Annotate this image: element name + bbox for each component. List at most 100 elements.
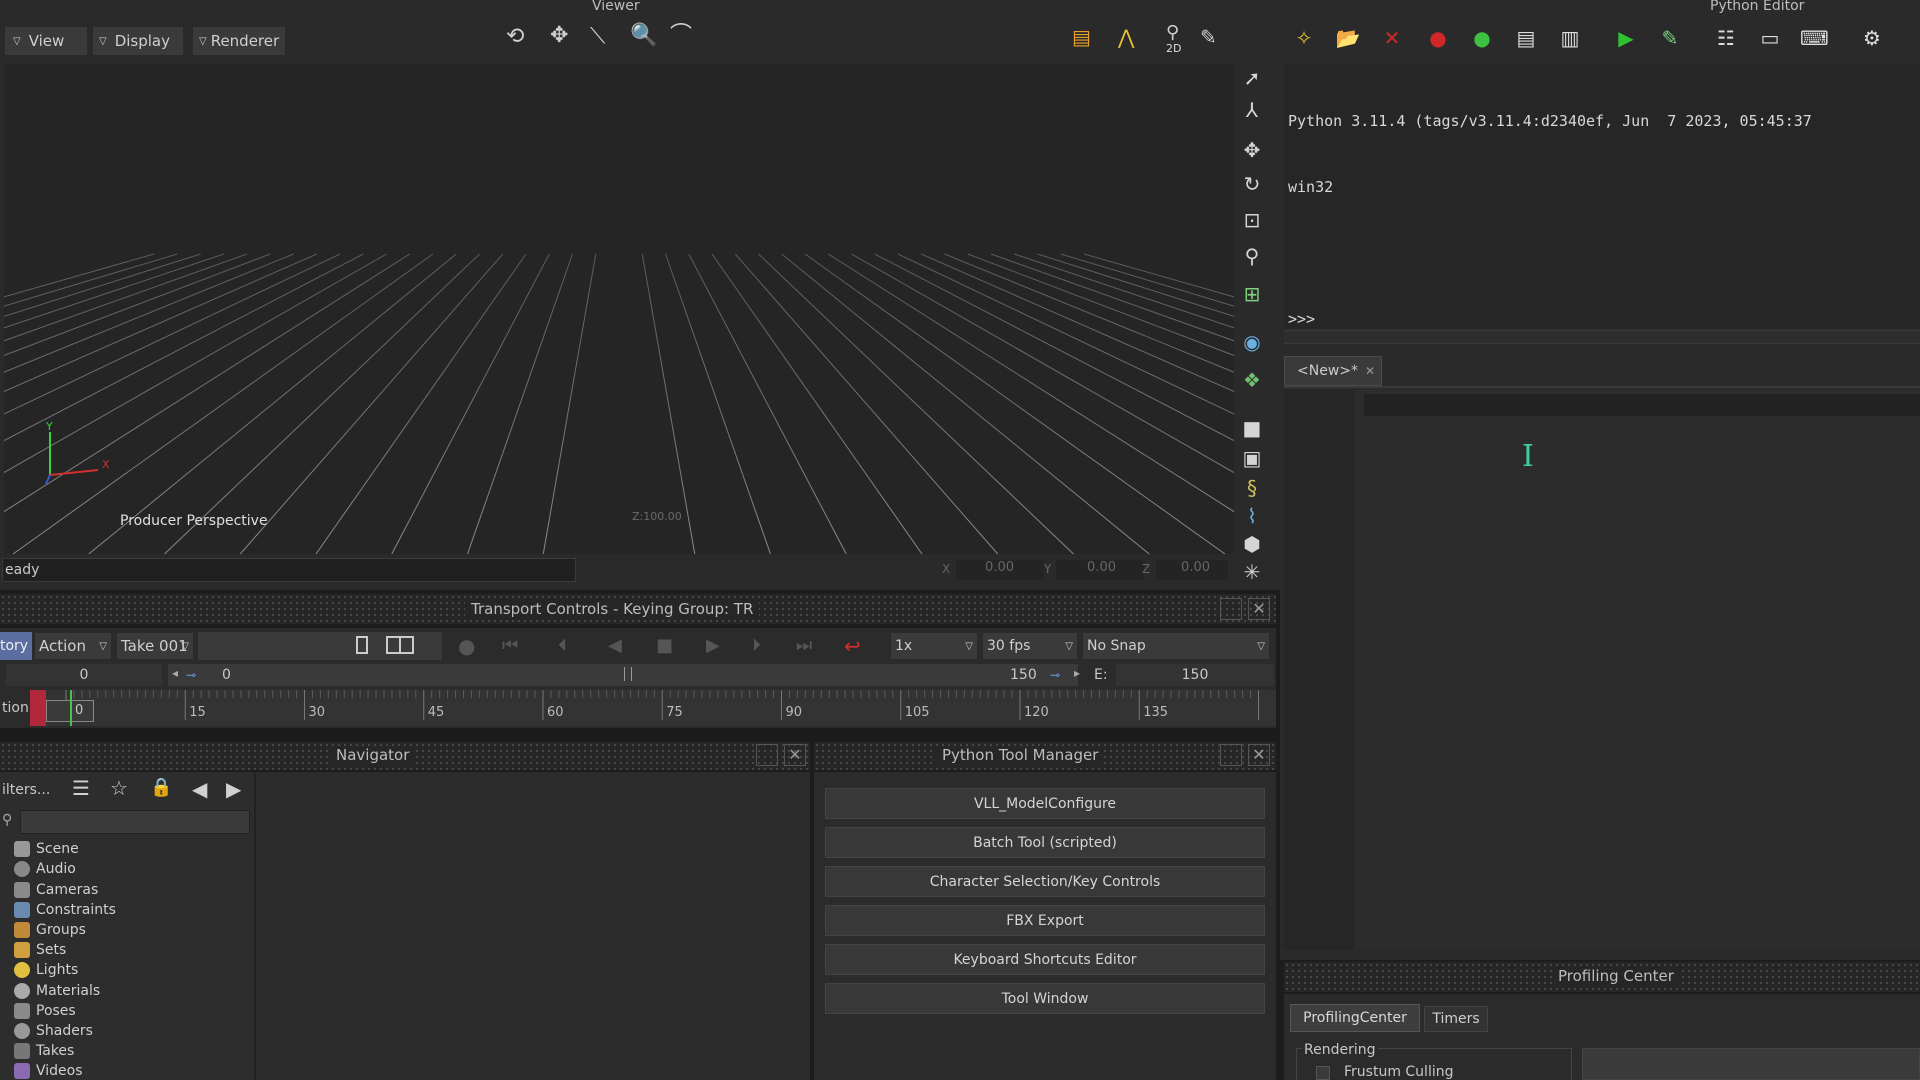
take-dropdown[interactable]: Take 001 ▽ — [116, 632, 194, 660]
range-slider[interactable] — [168, 664, 1078, 686]
speed-dropdown[interactable]: 1x ▽ — [890, 632, 978, 660]
close-tab-icon[interactable]: ✕ — [1365, 357, 1375, 385]
goto-start-icon[interactable]: ⏮ — [502, 637, 518, 655]
coord-x-field[interactable]: 0.00 — [956, 560, 1044, 580]
timeline[interactable] — [30, 690, 1276, 726]
nav-item-takes[interactable]: Takes — [14, 1041, 74, 1061]
play-icon[interactable]: ▶ — [706, 637, 720, 655]
console-icon[interactable]: ▭ — [1756, 24, 1784, 52]
renderer-menu-button[interactable]: ▽ Renderer — [192, 26, 286, 56]
end-field[interactable]: 150 — [1116, 664, 1274, 686]
record-icon[interactable]: ● — [458, 636, 475, 656]
lock-icon[interactable]: 🔒 — [150, 779, 172, 797]
settings-icon[interactable]: ⚙ — [1858, 24, 1886, 52]
tool-button-tool-window[interactable]: Tool Window — [825, 983, 1265, 1014]
navigator-close-icon[interactable]: ✕ — [784, 744, 806, 766]
tool-button-keyboard-shortcuts[interactable]: Keyboard Shortcuts Editor — [825, 944, 1265, 975]
star-icon[interactable]: ☆ — [110, 778, 128, 798]
globe-icon[interactable]: ◉ — [1238, 328, 1266, 356]
filters-button[interactable]: ilters... — [2, 782, 50, 798]
close-script-icon[interactable]: ✕ — [1378, 24, 1406, 52]
single-view-icon[interactable] — [356, 636, 368, 654]
translate-icon[interactable]: ✥ — [1238, 136, 1266, 164]
range-thumb[interactable] — [624, 667, 632, 681]
hexagon-icon[interactable]: ⬢ — [1238, 530, 1266, 558]
skeleton-icon[interactable]: ⅄ — [1238, 96, 1266, 124]
nav-item-scene[interactable]: Scene — [14, 839, 79, 859]
list-icon[interactable]: ☰ — [72, 778, 90, 798]
navigator-search-input[interactable] — [20, 810, 250, 834]
outline-icon[interactable]: ☷ — [1712, 24, 1740, 52]
nav-item-sets[interactable]: Sets — [14, 940, 66, 960]
cube-solid-icon[interactable]: ■ — [1238, 414, 1266, 442]
anim-icon[interactable]: ❖ — [1238, 366, 1266, 394]
fps-dropdown[interactable]: 30 fps ▽ — [982, 632, 1078, 660]
coord-z-field[interactable]: 0.00 — [1156, 560, 1228, 580]
display-menu-button[interactable]: ▽ Display — [92, 26, 184, 56]
view-menu-button[interactable]: ▽ View — [4, 26, 88, 56]
start-field[interactable]: 0 — [6, 664, 162, 686]
select-icon[interactable]: ➚ — [1238, 64, 1266, 92]
path-icon[interactable]: § — [1238, 474, 1266, 502]
tool-manager-close-icon[interactable]: ✕ — [1248, 744, 1270, 766]
play-back-icon[interactable]: ◀ — [608, 637, 622, 655]
zoom-icon[interactable]: 🔍 — [630, 25, 657, 47]
back-arrow-icon[interactable]: ◀ — [192, 779, 207, 799]
forward-arrow-icon[interactable]: ▶ — [226, 779, 241, 799]
navigator-restore-icon[interactable] — [756, 744, 778, 766]
nav-item-lights[interactable]: Lights — [14, 960, 78, 980]
cube-icon[interactable]: ▣ — [1238, 444, 1266, 472]
splitter[interactable] — [1284, 330, 1920, 344]
loop-icon[interactable]: ↩ — [844, 636, 861, 656]
run-icon[interactable]: ▶ — [1612, 24, 1640, 52]
tab-profilingcenter[interactable]: ProfilingCenter — [1290, 1004, 1420, 1032]
action-dropdown[interactable]: Action ▽ — [34, 632, 112, 660]
tool-button-fbx-export[interactable]: FBX Export — [825, 905, 1265, 936]
next-key-icon[interactable]: ⏵ — [752, 637, 761, 655]
nav-item-poses[interactable]: Poses — [14, 1001, 76, 1021]
save-icon[interactable]: ▤ — [1512, 24, 1540, 52]
script-tab[interactable]: <New>* ✕ — [1284, 356, 1382, 386]
story-tab[interactable]: tory — [0, 632, 32, 660]
tab-timers[interactable]: Timers — [1424, 1006, 1488, 1032]
orbit-icon[interactable]: ⟲ — [506, 26, 524, 48]
add-key-icon[interactable]: ⊞ — [1238, 280, 1266, 308]
range-right-arrow-icon[interactable]: ▸ — [1074, 666, 1080, 680]
frustum-culling-checkbox[interactable] — [1316, 1066, 1330, 1080]
pan-icon[interactable]: ✥ — [550, 25, 568, 47]
pen-icon[interactable]: ✎ — [1200, 27, 1217, 47]
open-folder-icon[interactable]: 📂 — [1334, 24, 1362, 52]
curve-icon[interactable]: ⋀ — [1118, 27, 1134, 47]
range-start-handle[interactable]: ⊸ — [186, 668, 206, 682]
shortcut-icon[interactable]: ⌨ — [1800, 24, 1829, 52]
brush-icon[interactable]: ⌇ — [1238, 502, 1266, 530]
scale-icon[interactable]: ⊡ — [1238, 206, 1266, 234]
stop-script-icon[interactable]: ● — [1424, 24, 1452, 52]
nav-item-cameras[interactable]: Cameras — [14, 880, 98, 900]
tool-button-batch-tool[interactable]: Batch Tool (scripted) — [825, 827, 1265, 858]
green-status-icon[interactable]: ● — [1468, 24, 1496, 52]
script-editor[interactable] — [1356, 390, 1920, 950]
rotate-icon[interactable]: ↻ — [1238, 170, 1266, 198]
goto-end-icon[interactable]: ⏭ — [796, 637, 812, 655]
range-end-handle[interactable]: ⊸ — [1050, 668, 1070, 682]
tool-button-vll-modelconfigure[interactable]: VLL_ModelConfigure — [825, 788, 1265, 819]
nav-item-videos[interactable]: Videos — [14, 1061, 83, 1080]
dolly-icon[interactable]: ⟍ — [590, 26, 605, 48]
run-tool-icon[interactable]: ✎ — [1656, 24, 1684, 52]
viewport[interactable]: Y X Producer Perspective Z:100.00 — [4, 64, 1234, 554]
nav-item-materials[interactable]: Materials — [14, 981, 100, 1001]
playhead-marker[interactable] — [30, 690, 46, 726]
nav-item-constraints[interactable]: Constraints — [14, 900, 116, 920]
nav-item-audio[interactable]: Audio — [14, 859, 76, 879]
nav-item-groups[interactable]: Groups — [14, 920, 86, 940]
coord-y-field[interactable]: 0.00 — [1056, 560, 1144, 580]
range-left-arrow-icon[interactable]: ◂ — [172, 666, 178, 680]
tool-manager-restore-icon[interactable] — [1220, 744, 1242, 766]
snap-dropdown[interactable]: No Snap ▽ — [1082, 632, 1270, 660]
prev-key-icon[interactable]: ⏴ — [558, 637, 567, 655]
transport-restore-icon[interactable] — [1220, 598, 1242, 620]
new-script-icon[interactable]: ✧ — [1290, 24, 1318, 52]
snap-icon[interactable]: ✳ — [1238, 558, 1266, 586]
zoom-2d-icon[interactable]: ⚲ — [1166, 24, 1179, 42]
